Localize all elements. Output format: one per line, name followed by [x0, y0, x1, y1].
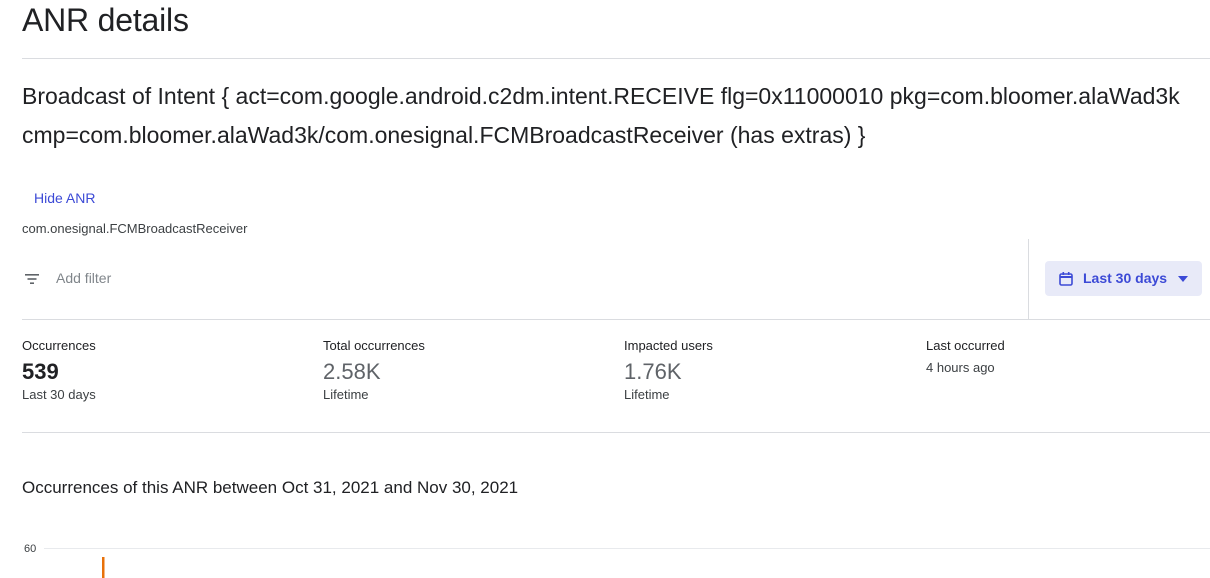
stat-label: Impacted users	[624, 338, 713, 353]
add-filter-input[interactable]: Add filter	[56, 270, 111, 286]
filter-divider	[1028, 239, 1029, 319]
stat-sub: Lifetime	[323, 387, 369, 402]
chart-bar[interactable]	[102, 557, 105, 578]
anr-title: Broadcast of Intent { act=com.google.and…	[22, 83, 1180, 148]
stat-sub: Lifetime	[624, 387, 670, 402]
hide-anr-button[interactable]: Hide ANR	[34, 190, 95, 206]
stat-sub: Last 30 days	[22, 387, 96, 402]
stat-sub: 4 hours ago	[926, 360, 995, 375]
calendar-icon	[1059, 272, 1073, 286]
stats-divider	[22, 432, 1210, 433]
date-range-button[interactable]: Last 30 days	[1045, 261, 1202, 296]
filter-divider-bottom	[22, 319, 1210, 320]
stat-impacted-users: Impacted users 1.76K Lifetime	[624, 338, 713, 403]
stat-label: Total occurrences	[323, 338, 425, 353]
chevron-down-icon	[1178, 276, 1188, 282]
stat-occurrences: Occurrences 539 Last 30 days	[22, 338, 96, 403]
filter-bar: Add filter Last 30 days	[22, 239, 1210, 319]
stat-total-occurrences: Total occurrences 2.58K Lifetime	[323, 338, 425, 403]
stat-value: 539	[22, 359, 59, 384]
chart-title: Occurrences of this ANR between Oct 31, …	[22, 478, 519, 497]
y-tick-label: 60	[24, 543, 36, 555]
stat-last-occurred: Last occurred 4 hours ago	[926, 338, 1005, 376]
occurrences-chart: 60	[24, 543, 1210, 578]
receiver-name: com.onesignal.FCMBroadcastReceiver	[22, 221, 248, 236]
date-range-label: Last 30 days	[1083, 270, 1168, 286]
stat-label: Last occurred	[926, 338, 1005, 353]
page-title: ANR details	[22, 2, 189, 38]
header-divider	[22, 58, 1210, 59]
filter-icon[interactable]	[24, 272, 40, 286]
stat-value: 2.58K	[323, 359, 381, 384]
stat-label: Occurrences	[22, 338, 96, 353]
stat-value: 1.76K	[624, 359, 682, 384]
